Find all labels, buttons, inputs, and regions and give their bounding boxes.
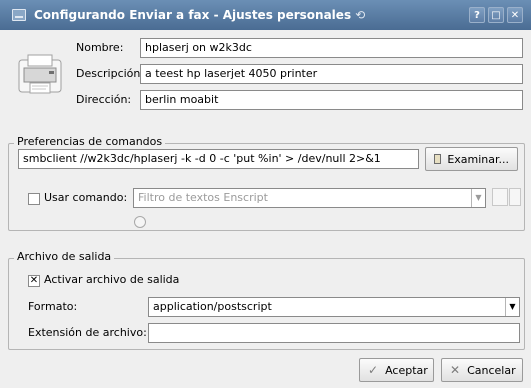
window-title: Configurando Enviar a fax - Ajustes pers…	[34, 8, 352, 22]
nombre-field[interactable]: hplaserj on w2k3dc	[140, 38, 523, 58]
cancel-button[interactable]: ✕ Cancelar	[441, 358, 523, 382]
help-icon[interactable]	[134, 216, 146, 228]
cross-icon: ✕	[450, 363, 461, 377]
accept-button[interactable]: ✓ Aceptar	[359, 358, 434, 382]
format-select[interactable]: application/postscript ▼	[148, 297, 520, 317]
cancel-label: Cancelar	[467, 363, 516, 377]
printer-icon	[18, 54, 62, 94]
command-preferences-title: Preferencias de comandos	[14, 135, 166, 148]
output-file-title: Archivo de salida	[14, 250, 115, 263]
window-icon[interactable]	[12, 9, 26, 21]
document-icon[interactable]	[492, 188, 508, 206]
chevron-down-icon: ▼	[505, 298, 519, 316]
wrench-icon[interactable]	[509, 188, 521, 206]
filter-select[interactable]: Filtro de textos Enscript ▼	[133, 188, 486, 208]
dialog-window: Configurando Enviar a fax - Ajustes pers…	[0, 0, 531, 388]
activate-output-checkbox[interactable]: ✕	[28, 275, 40, 287]
extension-label: Extensión de archivo:	[28, 326, 147, 339]
window-controls: ? □ ✕	[469, 7, 523, 23]
direccion-field[interactable]: berlin moabit	[140, 90, 523, 110]
checkmark-icon: ✓	[368, 363, 379, 377]
format-label: Formato:	[28, 300, 78, 313]
nombre-label: Nombre:	[76, 41, 124, 54]
help-button[interactable]: ?	[469, 7, 485, 23]
use-command-checkbox[interactable]	[28, 193, 40, 205]
activate-output-label: Activar archivo de salida	[44, 273, 180, 286]
browse-label: Examinar...	[447, 152, 509, 166]
chevron-down-icon: ▼	[471, 189, 485, 207]
format-value: application/postscript	[153, 300, 272, 313]
browse-button[interactable]: Examinar...	[425, 147, 518, 171]
filter-value: Filtro de textos Enscript	[138, 191, 268, 204]
command-field[interactable]: smbclient //w2k3dc/hplaserj -k -d 0 -c '…	[18, 149, 419, 169]
direccion-label: Dirección:	[76, 93, 132, 106]
accept-label: Aceptar	[385, 363, 428, 377]
extension-field[interactable]	[148, 323, 520, 343]
title-bar[interactable]: Configurando Enviar a fax - Ajustes pers…	[0, 0, 531, 30]
maximize-button[interactable]: □	[488, 7, 504, 23]
descripcion-label: Descripción:	[76, 67, 145, 80]
close-button[interactable]: ✕	[507, 7, 523, 23]
descripcion-field[interactable]: a teest hp laserjet 4050 printer	[140, 64, 523, 84]
title-swirl-icon: ⟲	[355, 8, 366, 22]
folder-icon	[434, 154, 442, 164]
use-command-label: Usar comando:	[44, 191, 128, 204]
